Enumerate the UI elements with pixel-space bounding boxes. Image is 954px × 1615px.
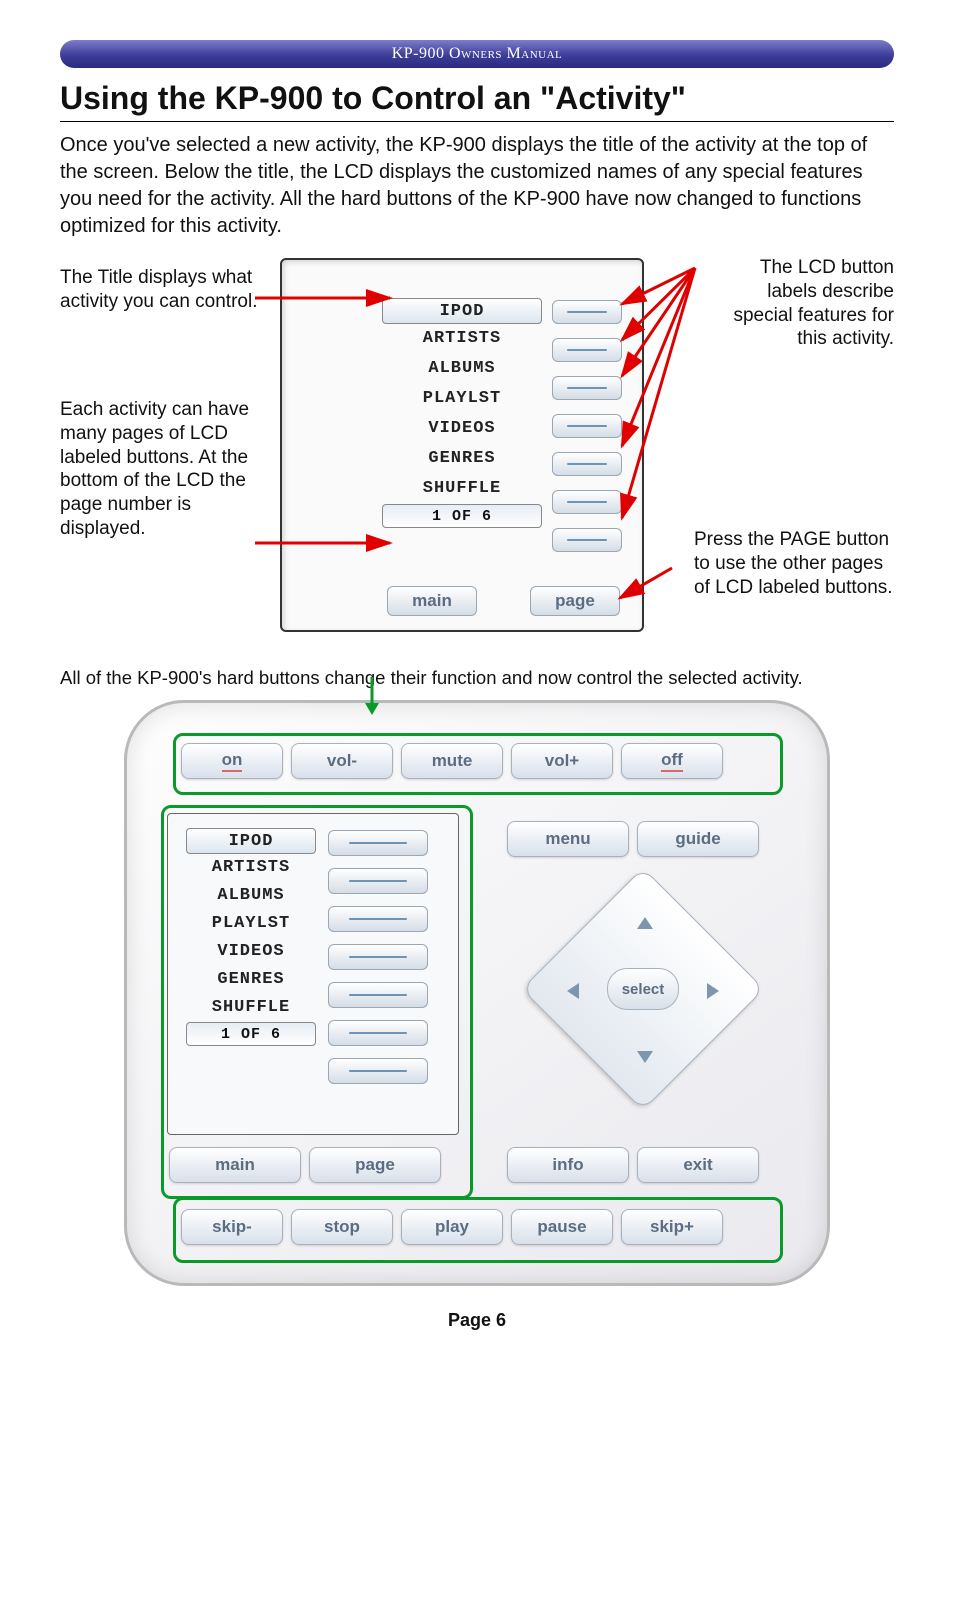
- main-page-row: main page: [169, 1147, 441, 1183]
- transport-row: skip- stop play pause skip+: [181, 1209, 723, 1245]
- dpad-right-icon[interactable]: [707, 983, 719, 999]
- remote-lcd-title: IPOD: [186, 828, 316, 854]
- lcd-side-button[interactable]: [552, 300, 622, 324]
- play-button[interactable]: play: [401, 1209, 503, 1245]
- stop-button[interactable]: stop: [291, 1209, 393, 1245]
- remote-lcd-side-button[interactable]: [328, 944, 428, 970]
- pause-button[interactable]: pause: [511, 1209, 613, 1245]
- remote-lcd-item: SHUFFLE: [186, 994, 316, 1022]
- section-heading: Using the KP-900 to Control an "Activity…: [60, 80, 894, 122]
- remote-lcd-side-buttons: [328, 830, 428, 1096]
- lcd-item: PLAYLST: [382, 384, 542, 414]
- lcd-item: VIDEOS: [382, 414, 542, 444]
- skip-fwd-button[interactable]: skip+: [621, 1209, 723, 1245]
- remote-lcd-page-indicator: 1 OF 6: [186, 1022, 316, 1046]
- select-button[interactable]: select: [607, 968, 679, 1010]
- dpad-up-icon[interactable]: [637, 917, 653, 929]
- on-button[interactable]: on: [181, 743, 283, 779]
- remote-lcd-item: GENRES: [186, 966, 316, 994]
- top-button-row: on vol- mute vol+ off: [181, 743, 723, 779]
- lcd-side-button[interactable]: [552, 376, 622, 400]
- remote-lcd-side-button[interactable]: [328, 1058, 428, 1084]
- dpad: select: [527, 873, 757, 1103]
- vol-down-button[interactable]: vol-: [291, 743, 393, 779]
- skip-back-button[interactable]: skip-: [181, 1209, 283, 1245]
- remote-page-button[interactable]: page: [309, 1147, 441, 1183]
- lcd-activity-title: IPOD: [382, 298, 542, 324]
- menu-guide-row: menu guide: [507, 821, 759, 857]
- callout-title: The Title displays what activity you can…: [60, 266, 260, 314]
- lcd-side-button[interactable]: [552, 338, 622, 362]
- hard-button-caption: All of the KP-900's hard buttons change …: [60, 666, 894, 690]
- page-button[interactable]: page: [530, 586, 620, 616]
- dpad-down-icon[interactable]: [637, 1051, 653, 1063]
- remote-lcd-side-button[interactable]: [328, 982, 428, 1008]
- remote-lcd-item: PLAYLST: [186, 910, 316, 938]
- remote-lcd-item: ARTISTS: [186, 854, 316, 882]
- lcd-item: GENRES: [382, 444, 542, 474]
- lcd-side-button[interactable]: [552, 414, 622, 438]
- lcd-side-button-column: [552, 300, 622, 566]
- remote-lcd-side-button[interactable]: [328, 830, 428, 856]
- remote-lcd-item: ALBUMS: [186, 882, 316, 910]
- remote-lcd-screen: IPOD ARTISTS ALBUMS PLAYLST VIDEOS GENRE…: [167, 813, 459, 1135]
- dpad-left-icon[interactable]: [567, 983, 579, 999]
- info-exit-row: info exit: [507, 1147, 759, 1183]
- guide-button[interactable]: guide: [637, 821, 759, 857]
- remote-lcd-item: VIDEOS: [186, 938, 316, 966]
- page-number: Page 6: [60, 1310, 894, 1331]
- lcd-side-button[interactable]: [552, 490, 622, 514]
- callout-lcd-labels: The LCD button labels describe special f…: [724, 256, 894, 351]
- remote-lcd-side-button[interactable]: [328, 906, 428, 932]
- remote-control: on vol- mute vol+ off IPOD ARTISTS ALBUM…: [124, 700, 830, 1286]
- green-arrow-icon: [357, 677, 387, 717]
- remote-lcd-side-button[interactable]: [328, 1020, 428, 1046]
- mute-button[interactable]: mute: [401, 743, 503, 779]
- info-button[interactable]: info: [507, 1147, 629, 1183]
- lcd-item: ARTISTS: [382, 324, 542, 354]
- lcd-item: SHUFFLE: [382, 474, 542, 504]
- manual-header-text: KP-900 Owners Manual: [392, 45, 563, 63]
- callout-pages: Each activity can have many pages of LCD…: [60, 398, 260, 541]
- lcd-side-button[interactable]: [552, 452, 622, 476]
- menu-button[interactable]: menu: [507, 821, 629, 857]
- remote-lcd-side-button[interactable]: [328, 868, 428, 894]
- intro-paragraph: Once you've selected a new activity, the…: [60, 132, 894, 240]
- lcd-screen: IPOD ARTISTS ALBUMS PLAYLST VIDEOS GENRE…: [280, 258, 644, 632]
- lcd-side-button[interactable]: [552, 528, 622, 552]
- off-button[interactable]: off: [621, 743, 723, 779]
- main-button[interactable]: main: [387, 586, 477, 616]
- callout-page-button: Press the PAGE button to use the other p…: [694, 528, 894, 599]
- lcd-item: ALBUMS: [382, 354, 542, 384]
- vol-up-button[interactable]: vol+: [511, 743, 613, 779]
- remote-main-button[interactable]: main: [169, 1147, 301, 1183]
- manual-header: KP-900 Owners Manual: [60, 40, 894, 68]
- lcd-diagram: The Title displays what activity you can…: [60, 248, 894, 648]
- exit-button[interactable]: exit: [637, 1147, 759, 1183]
- lcd-page-indicator: 1 OF 6: [382, 504, 542, 528]
